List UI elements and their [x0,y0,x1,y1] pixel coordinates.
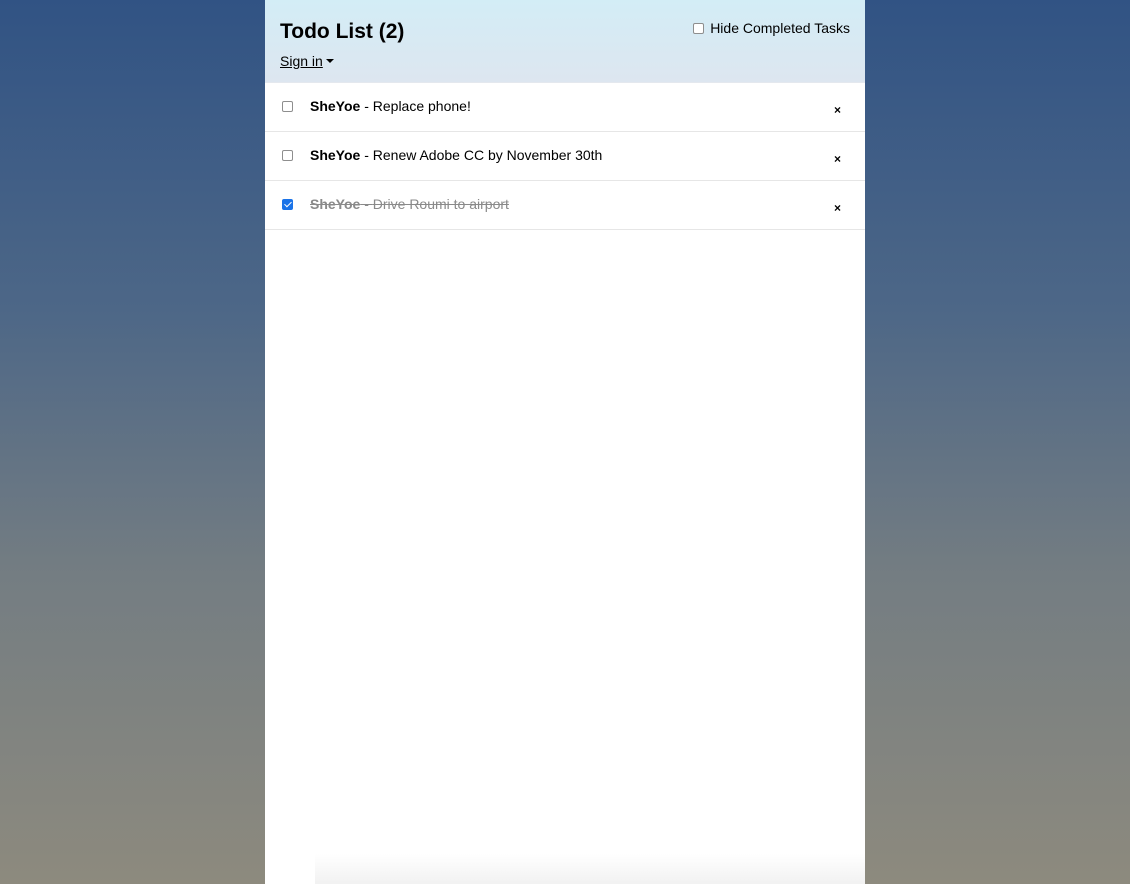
delete-icon[interactable]: × [834,152,841,166]
task-checkbox[interactable] [282,199,293,210]
caret-down-icon [325,59,334,64]
task-user: SheYoe [310,147,361,163]
task-item: SheYoe - Replace phone! × [265,83,865,132]
task-description: Drive Roumi to airport [372,196,509,212]
task-checkbox[interactable] [282,150,293,161]
task-separator: - [360,196,373,212]
bottom-shadow [315,854,865,884]
hide-completed-checkbox[interactable] [693,23,705,34]
task-item: SheYoe - Drive Roumi to airport × [265,181,865,230]
task-list: SheYoe - Replace phone! × SheYoe - Renew… [265,83,865,230]
task-checkbox[interactable] [282,101,293,112]
task-separator: - [360,98,373,114]
task-separator: - [360,147,373,163]
task-description: Replace phone! [372,98,471,114]
task-user: SheYoe [310,196,361,212]
sign-in-label: Sign in [280,53,323,69]
sign-in-dropdown[interactable]: Sign in [280,53,334,70]
delete-icon[interactable]: × [834,103,841,117]
app-header: Todo List (2) Sign in Hide Completed Tas… [265,0,865,83]
task-text: SheYoe - Renew Adobe CC by November 30th [310,147,602,164]
todo-app: Todo List (2) Sign in Hide Completed Tas… [265,0,865,884]
task-text: SheYoe - Replace phone! [310,98,471,115]
task-text: SheYoe - Drive Roumi to airport [310,196,509,213]
hide-completed-label: Hide Completed Tasks [710,20,850,36]
hide-completed-toggle[interactable]: Hide Completed Tasks [693,20,850,37]
task-user: SheYoe [310,98,361,114]
task-item: SheYoe - Renew Adobe CC by November 30th… [265,132,865,181]
delete-icon[interactable]: × [834,201,841,215]
task-description: Renew Adobe CC by November 30th [372,147,603,163]
page-title: Todo List (2) [280,20,405,43]
